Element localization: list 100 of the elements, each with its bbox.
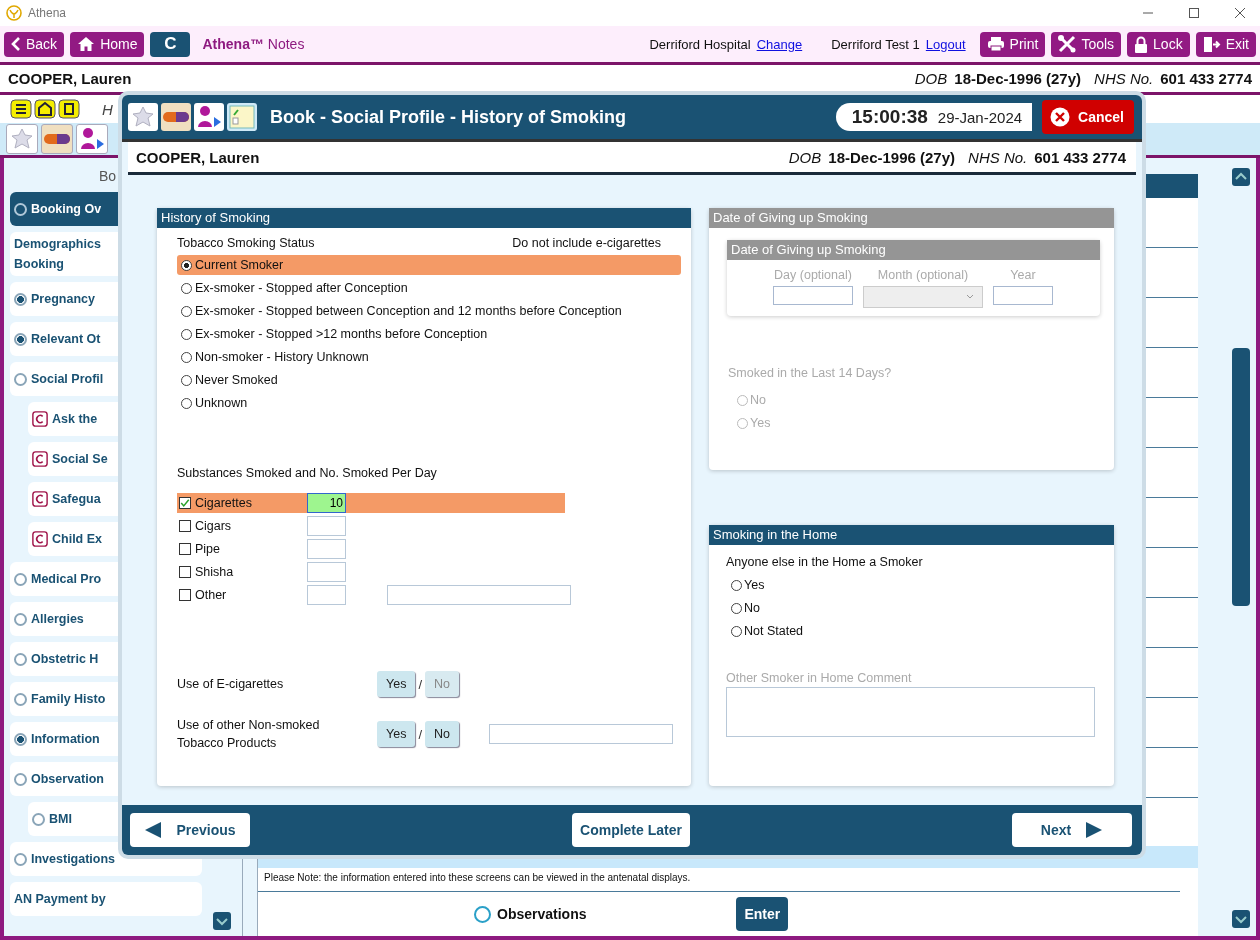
c-icon xyxy=(32,411,48,427)
previous-button[interactable]: Previous xyxy=(130,813,250,847)
separator-slash: / xyxy=(418,726,423,742)
house-icon xyxy=(77,36,96,52)
observations-label: Observations xyxy=(497,906,587,922)
patient-name: COOPER, Lauren xyxy=(136,148,260,166)
app-logo-icon xyxy=(6,5,22,21)
icon-button[interactable] xyxy=(194,103,224,131)
separator-slash: / xyxy=(418,676,423,692)
c-button[interactable]: C xyxy=(150,31,191,57)
info-note: Please Note: the information entered into these screens can be viewed in the antenatal displays. xyxy=(258,868,1180,892)
count-field[interactable]: 10 xyxy=(307,493,346,513)
section-heading: Bo xyxy=(97,168,117,186)
clock-date: 29-Jan-2024 xyxy=(937,108,1023,126)
dialog-title: Book - Social Profile - History of Smoking xyxy=(270,106,627,128)
lock-icon xyxy=(1134,35,1149,53)
radio-option[interactable]: Current Smoker xyxy=(177,255,681,275)
triangle-right-icon xyxy=(1085,821,1104,839)
text-field[interactable] xyxy=(387,585,571,605)
text-field[interactable] xyxy=(489,724,673,744)
question-label: Smoked in the Last 14 Days? xyxy=(728,366,893,382)
close-circle-icon xyxy=(1050,107,1071,127)
dob-label: DOB xyxy=(788,148,822,166)
window-title: Athena xyxy=(28,6,67,20)
field-label: Day (optional) xyxy=(774,268,852,282)
group-header: Date of Giving up Smoking xyxy=(727,240,1100,260)
close-icon xyxy=(1234,7,1246,19)
field-label: Month (optional) xyxy=(877,268,969,282)
change-link[interactable]: Change xyxy=(756,36,803,52)
icon-button[interactable] xyxy=(41,124,73,154)
scroll-down-icon xyxy=(1232,910,1250,928)
help-page-icon xyxy=(58,99,80,119)
capsule-icon xyxy=(43,133,71,145)
lock-button[interactable]: Lock xyxy=(1127,31,1190,57)
radio-option[interactable]: Not Stated xyxy=(731,621,1114,641)
count-field[interactable] xyxy=(307,585,346,605)
count-field[interactable] xyxy=(307,539,346,559)
c-icon xyxy=(32,451,48,467)
no-button[interactable]: No xyxy=(425,721,459,747)
checkbox[interactable] xyxy=(179,520,191,532)
field-label: Year xyxy=(1010,268,1036,282)
panel-header: Smoking in the Home xyxy=(709,525,1114,545)
count-field[interactable] xyxy=(307,562,346,582)
count-field[interactable] xyxy=(307,516,346,536)
complete-later-button[interactable]: Complete Later xyxy=(572,813,690,847)
nhs-number: 601 433 2774 xyxy=(1034,148,1126,166)
chevron-left-icon xyxy=(11,36,21,52)
cancel-button[interactable]: Cancel xyxy=(1042,100,1134,134)
radio-option[interactable]: Yes xyxy=(731,575,1114,595)
exit-button[interactable]: Exit xyxy=(1195,31,1256,57)
field-label: Other Smoker in Home Comment xyxy=(726,671,913,685)
yes-button[interactable]: Yes xyxy=(377,671,416,697)
check-icon xyxy=(180,497,190,509)
checkbox[interactable] xyxy=(179,589,191,601)
sidebar-item[interactable]: AN Payment by xyxy=(10,882,202,916)
printer-icon xyxy=(986,36,1005,52)
logout-link[interactable]: Logout xyxy=(925,36,966,52)
site-name: Derriford Hospital xyxy=(649,36,751,52)
triangle-left-icon xyxy=(144,821,163,839)
wrench-screwdriver-icon xyxy=(1058,35,1077,53)
next-button[interactable]: Next xyxy=(1012,813,1132,847)
panel-header: History of Smoking xyxy=(157,208,691,228)
nhs-number: 601 433 2774 xyxy=(1160,70,1252,87)
page-title: H xyxy=(102,100,113,118)
user-name: Derriford Test 1 xyxy=(831,36,920,52)
home-button[interactable]: Home xyxy=(70,31,145,57)
exit-door-icon xyxy=(1202,35,1221,53)
chevron-down-icon xyxy=(966,294,974,300)
help-house-icon xyxy=(34,99,56,119)
checkbox[interactable] xyxy=(179,497,191,509)
app-name: Athena™ Notes xyxy=(202,36,305,52)
comment-field[interactable] xyxy=(726,687,1095,737)
person-arrow-icon xyxy=(196,105,222,129)
dob-value: 18-Dec-1996 (27y) xyxy=(828,148,956,166)
radio-option[interactable]: No xyxy=(731,598,1114,618)
clock-time: 15:00:38 xyxy=(851,106,928,128)
checkbox[interactable] xyxy=(179,543,191,555)
hint-text: Do not include e-cigarettes xyxy=(512,236,661,252)
help-list-icon xyxy=(10,99,32,119)
scroll-down-icon xyxy=(213,912,231,930)
scroll-up-icon xyxy=(1232,168,1250,186)
icon-button[interactable] xyxy=(161,103,191,131)
nhs-label: NHS No. xyxy=(1094,70,1154,87)
tools-button[interactable]: Tools xyxy=(1051,31,1122,57)
scrollbar-thumb[interactable] xyxy=(1232,348,1250,606)
question-label: Anyone else in the Home a Smoker xyxy=(726,555,924,569)
c-icon xyxy=(32,491,48,507)
person-arrow-icon xyxy=(79,127,105,151)
radio-button[interactable] xyxy=(474,905,491,923)
yes-button[interactable]: Yes xyxy=(377,721,416,747)
icon-button[interactable] xyxy=(76,124,108,154)
back-button[interactable]: Back xyxy=(4,31,65,57)
enter-button[interactable]: Enter xyxy=(736,897,789,931)
c-icon xyxy=(32,531,48,547)
print-button[interactable]: Print xyxy=(979,31,1046,57)
nhs-label: NHS No. xyxy=(968,148,1028,166)
checkbox[interactable] xyxy=(179,566,191,578)
dob-value: 18-Dec-1996 (27y) xyxy=(954,70,1082,87)
notepad-icon xyxy=(229,105,255,129)
maximize-icon xyxy=(1188,7,1200,19)
